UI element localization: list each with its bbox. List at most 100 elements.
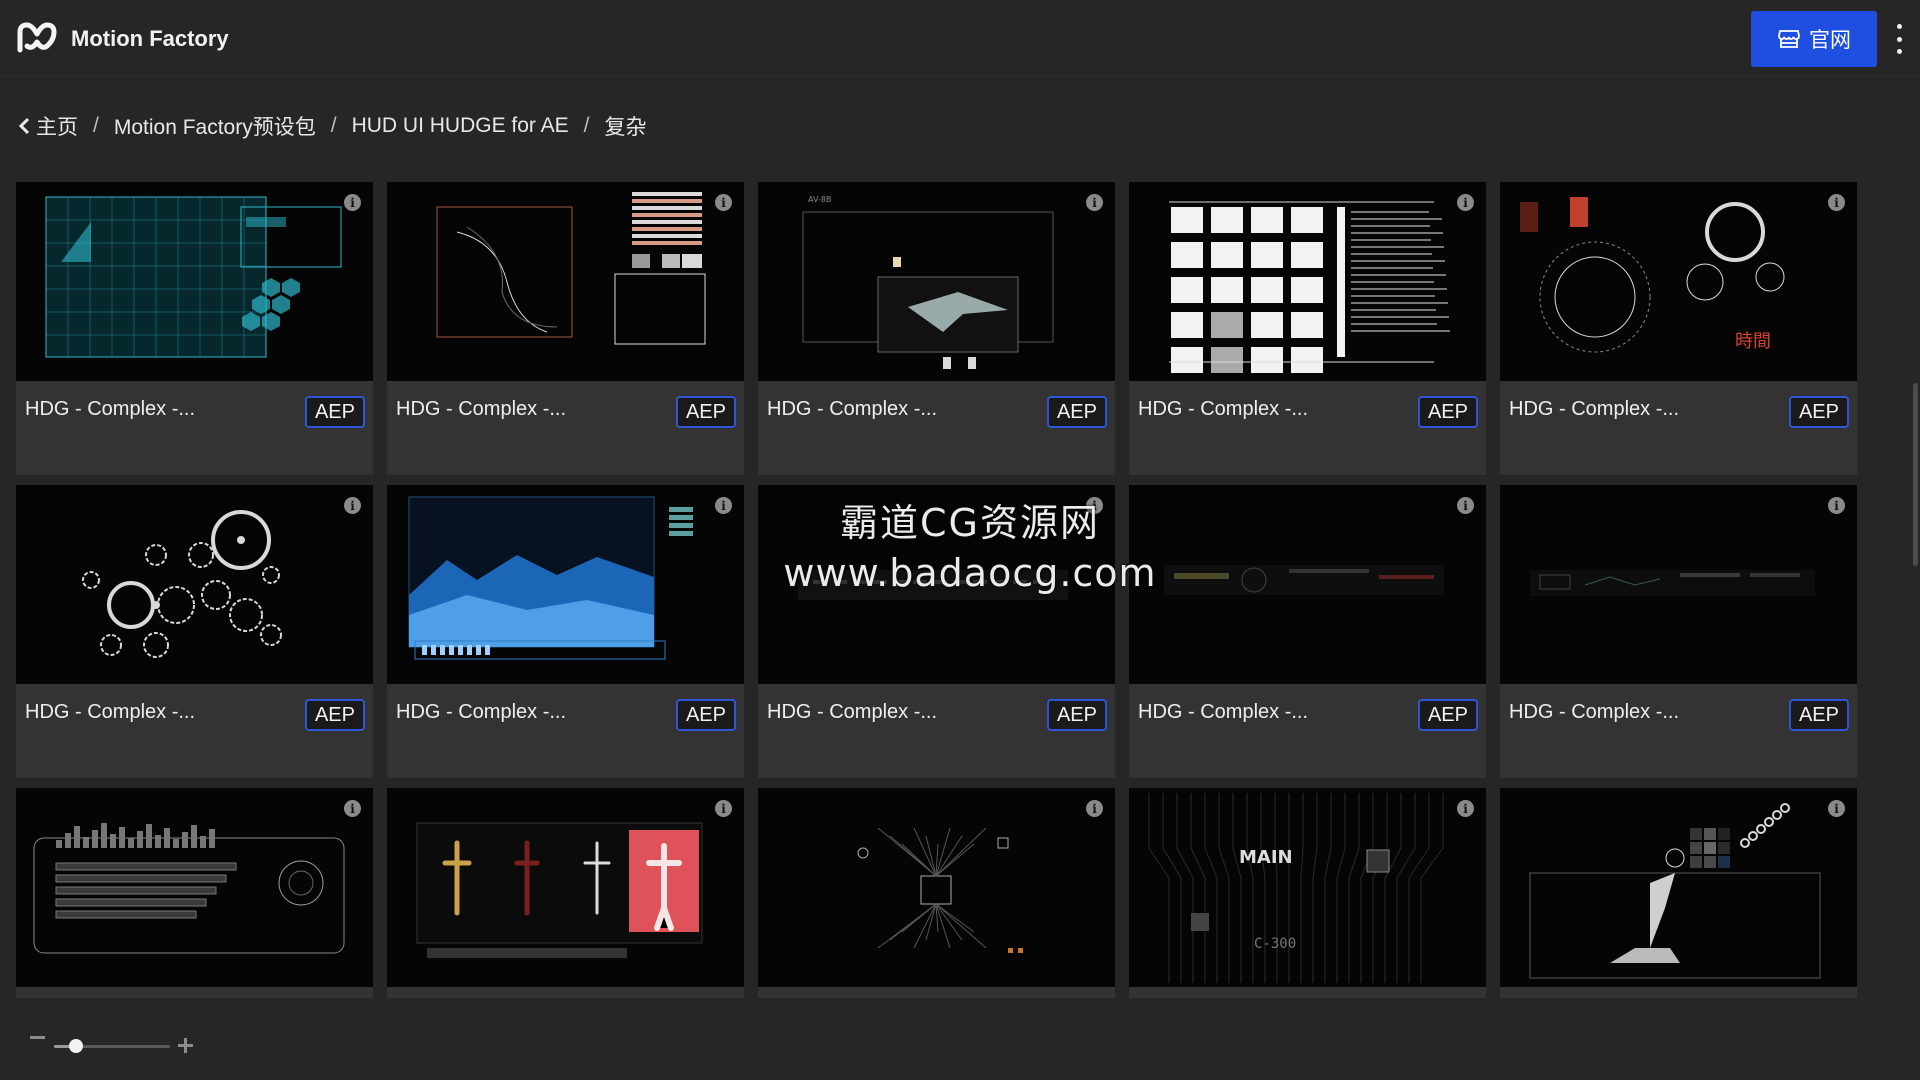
asset-card[interactable]: i <box>1500 788 1857 998</box>
zoom-slider-handle[interactable] <box>69 1039 84 1053</box>
asset-card[interactable]: i HDG - Complex -... AEP <box>387 485 744 778</box>
thumbnail-artwork <box>1529 803 1821 979</box>
breadcrumb-current: 复杂 <box>604 116 647 139</box>
asset-thumbnail[interactable] <box>16 182 373 381</box>
format-badge: AEP <box>1788 699 1849 731</box>
thumbnail-artwork <box>45 196 342 358</box>
thumbnail-artwork: 時間 <box>1520 197 1785 353</box>
asset-thumbnail[interactable] <box>387 788 744 987</box>
info-icon[interactable]: i <box>1457 194 1474 211</box>
format-badge: AEP <box>1788 396 1849 428</box>
asset-title: HDG - Complex -... <box>767 398 938 420</box>
info-icon[interactable]: i <box>1828 800 1845 817</box>
asset-title: HDG - Complex -... <box>25 398 196 420</box>
asset-card[interactable]: i HDG - Complex -... AEP <box>1129 182 1486 475</box>
thumbnail-artwork <box>408 496 693 660</box>
info-icon[interactable]: i <box>1828 497 1845 514</box>
svg-text:C-300: C-300 <box>1254 936 1296 952</box>
asset-thumbnail[interactable] <box>16 485 373 684</box>
format-badge: AEP <box>675 396 736 428</box>
zoom-in-icon[interactable] <box>178 1038 193 1053</box>
format-badge: AEP <box>1417 396 1478 428</box>
thumbnail-artwork <box>1164 565 1444 595</box>
asset-title: HDG - Complex -... <box>767 701 938 723</box>
svg-text:時間: 時間 <box>1735 331 1771 352</box>
asset-thumbnail[interactable] <box>1129 182 1486 381</box>
format-badge: AEP <box>1046 396 1107 428</box>
chevron-left-icon[interactable] <box>18 117 32 135</box>
info-icon[interactable]: i <box>1086 497 1103 514</box>
asset-title: HDG - Complex -... <box>1138 398 1309 420</box>
info-icon[interactable]: i <box>1457 497 1474 514</box>
asset-card[interactable]: 時間 i HDG - Complex -... AEP <box>1500 182 1857 475</box>
svg-text:MAIN: MAIN <box>1239 847 1293 868</box>
asset-title: HDG - Complex -... <box>1509 701 1680 723</box>
breadcrumb-separator: / <box>583 114 590 137</box>
asset-title: HDG - Complex -... <box>396 701 567 723</box>
scrollbar-thumb[interactable] <box>1913 383 1918 566</box>
asset-thumbnail[interactable] <box>1129 485 1486 684</box>
asset-card[interactable]: i HDG - Complex -... AEP <box>1129 485 1486 778</box>
asset-title: HDG - Complex -... <box>1509 398 1680 420</box>
asset-card[interactable]: AV-8B i HDG - Complex -... AEP <box>758 182 1115 475</box>
asset-thumbnail[interactable] <box>16 788 373 987</box>
official-site-label: 官网 <box>1809 29 1851 52</box>
asset-thumbnail[interactable] <box>1500 788 1857 987</box>
thumbnail-artwork <box>82 510 282 658</box>
more-vertical-icon[interactable] <box>1890 24 1908 54</box>
info-icon[interactable]: i <box>344 194 361 211</box>
asset-thumbnail[interactable] <box>387 182 744 381</box>
format-badge: AEP <box>1046 699 1107 731</box>
info-icon[interactable]: i <box>715 800 732 817</box>
asset-card[interactable]: MAIN C-300 i <box>1129 788 1486 998</box>
thumbnail-artwork <box>857 827 1023 953</box>
asset-grid: i HDG - Complex -... AEP i HDG - Complex -.… <box>16 182 1857 998</box>
top-bar: Motion Factory 官网 <box>0 0 1920 77</box>
asset-thumbnail[interactable] <box>758 485 1115 684</box>
info-icon[interactable]: i <box>715 194 732 211</box>
asset-card[interactable]: i HDG - Complex -... AEP <box>16 182 373 475</box>
asset-title: HDG - Complex -... <box>25 701 196 723</box>
bottom-bar <box>0 998 1920 1080</box>
thumbnail-artwork <box>416 822 703 958</box>
asset-thumbnail[interactable] <box>1500 485 1857 684</box>
asset-thumbnail[interactable]: AV-8B <box>758 182 1115 381</box>
asset-card[interactable]: i <box>758 788 1115 998</box>
info-icon[interactable]: i <box>1086 194 1103 211</box>
asset-card[interactable]: i <box>387 788 744 998</box>
thumbnail-artwork: MAIN C-300 <box>1148 793 1444 983</box>
asset-card[interactable]: i <box>16 788 373 998</box>
asset-card[interactable]: i HDG - Complex -... AEP <box>16 485 373 778</box>
asset-thumbnail[interactable]: 時間 <box>1500 182 1857 381</box>
thumbnail-artwork: AV-8B <box>802 195 1054 369</box>
thumbnail-artwork <box>436 192 706 345</box>
scrollbar-track[interactable] <box>1910 180 1920 998</box>
breadcrumb-separator: / <box>93 114 99 137</box>
asset-card[interactable]: i HDG - Complex -... AEP <box>387 182 744 475</box>
official-site-button[interactable]: 官网 <box>1751 11 1877 67</box>
asset-thumbnail[interactable]: MAIN C-300 <box>1129 788 1486 987</box>
store-icon <box>1778 30 1800 48</box>
thumbnail-artwork <box>798 570 1068 600</box>
motion-factory-logo-icon[interactable] <box>16 20 58 56</box>
info-icon[interactable]: i <box>1828 194 1845 211</box>
asset-card[interactable]: i HDG - Complex -... AEP <box>1500 485 1857 778</box>
info-icon[interactable]: i <box>1086 800 1103 817</box>
asset-card[interactable]: i HDG - Complex -... AEP <box>758 485 1115 778</box>
info-icon[interactable]: i <box>1457 800 1474 817</box>
zoom-out-icon[interactable] <box>30 1036 45 1039</box>
asset-thumbnail[interactable] <box>387 485 744 684</box>
breadcrumb-home[interactable]: 主页 <box>36 111 78 141</box>
asset-thumbnail[interactable] <box>758 788 1115 987</box>
svg-text:AV-8B: AV-8B <box>808 195 831 204</box>
breadcrumb-hud-ui[interactable]: HUD UI HUDGE for AE <box>352 114 569 138</box>
info-icon[interactable]: i <box>715 497 732 514</box>
thumbnail-artwork <box>1169 201 1450 373</box>
asset-grid-area: i HDG - Complex -... AEP i HDG - Complex -.… <box>0 180 1900 998</box>
thumbnail-artwork <box>33 823 345 954</box>
breadcrumb-preset-pack[interactable]: Motion Factory预设包 <box>114 111 316 141</box>
breadcrumb-separator: / <box>330 114 337 137</box>
asset-title: HDG - Complex -... <box>1138 701 1309 723</box>
info-icon[interactable]: i <box>344 497 361 514</box>
info-icon[interactable]: i <box>344 800 361 817</box>
